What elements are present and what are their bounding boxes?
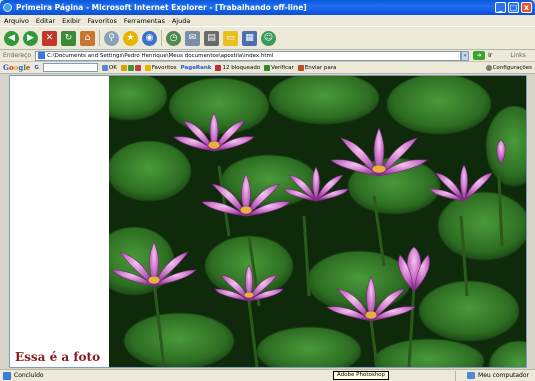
menu-editar[interactable]: Editar (36, 17, 55, 25)
menu-favoritos[interactable]: Favoritos (88, 17, 117, 25)
go-label[interactable]: Ir (488, 52, 492, 59)
page-viewport[interactable]: Essa é a foto (9, 75, 527, 368)
search-icon (101, 64, 108, 71)
photo-caption: Essa é a foto (15, 350, 101, 364)
security-zone: Meu computador (467, 372, 529, 379)
google-settings-button[interactable]: Configurações (485, 64, 532, 71)
check-icon (264, 64, 271, 71)
google-tools-button[interactable] (120, 64, 141, 71)
address-bar: Endereço C:\Documents and Settings\Pedro… (0, 50, 535, 62)
back-icon[interactable]: ◀ (4, 30, 19, 46)
google-logo[interactable]: Google (3, 63, 30, 72)
search-icon[interactable]: ⚲ (104, 30, 119, 46)
window-controls: _ □ x (495, 2, 532, 13)
close-button[interactable]: x (521, 2, 532, 13)
title-bar[interactable]: Primeira Página - Microsoft Internet Exp… (0, 0, 535, 15)
star-icon (144, 64, 151, 71)
address-dropdown-icon[interactable]: ▾ (461, 50, 470, 61)
zone-text: Meu computador (478, 372, 529, 379)
menu-bar: Arquivo Editar Exibir Favoritos Ferramen… (0, 15, 535, 26)
address-label: Endereço (3, 52, 32, 59)
mail-icon[interactable]: ✉ (185, 30, 200, 46)
links-label[interactable]: Links (510, 52, 525, 59)
stop-icon[interactable]: ✕ (42, 30, 57, 46)
google-pagerank[interactable]: PageRank (181, 65, 212, 71)
site-search-icon (127, 64, 134, 71)
send-icon (297, 64, 304, 71)
toolbar-separator (161, 30, 162, 46)
google-send-to-button[interactable]: Enviar para (297, 64, 336, 71)
menu-ferramentas[interactable]: Ferramentas (124, 17, 165, 25)
print-icon[interactable]: ▤ (204, 30, 219, 46)
refresh-icon[interactable]: ↻ (61, 30, 76, 46)
google-search-dropdown[interactable]: G (34, 65, 39, 71)
status-text: Concluído (14, 372, 44, 379)
favorites-icon[interactable]: ★ (123, 30, 138, 46)
page-icon (38, 52, 46, 59)
folder-icon[interactable]: ▭ (223, 30, 238, 46)
google-spellcheck-button[interactable]: Verificar (264, 64, 294, 71)
address-input[interactable]: C:\Documents and Settings\Pedro Henrique… (35, 50, 462, 61)
messenger-icon[interactable]: ☺ (261, 30, 276, 46)
status-separator (455, 371, 456, 381)
forward-icon[interactable]: ▶ (23, 30, 38, 46)
news-icon (120, 64, 127, 71)
computer-icon (467, 372, 476, 379)
home-icon[interactable]: ⌂ (80, 30, 95, 46)
window-title: Primeira Página - Microsoft Internet Exp… (16, 3, 307, 12)
gear-icon (485, 64, 492, 71)
toolbar-separator (99, 30, 100, 46)
media-icon[interactable]: ◉ (142, 30, 157, 46)
google-ok-button[interactable]: OK (101, 64, 117, 71)
minimize-button[interactable]: _ (495, 2, 506, 13)
maximize-button[interactable]: □ (508, 2, 519, 13)
google-toolbar: Google G OK Favoritos PageRank 12 bloque… (0, 62, 535, 74)
google-popup-blocked[interactable]: 12 bloqueado (215, 64, 260, 71)
ie-icon (3, 3, 12, 12)
standard-toolbar: ◀ ▶ ✕ ↻ ⌂ ⚲ ★ ◉ ◷ ✉ ▤ ▭ ▦ ☺ (0, 26, 535, 50)
google-favoritos-button[interactable]: Favoritos (144, 64, 177, 71)
go-button[interactable]: ➜ (473, 51, 486, 60)
history-icon[interactable]: ◷ (166, 30, 181, 46)
options-icon (134, 64, 141, 71)
popup-blocker-icon (215, 64, 222, 71)
page-done-icon (3, 371, 11, 380)
menu-ajuda[interactable]: Ajuda (172, 17, 190, 25)
menu-arquivo[interactable]: Arquivo (4, 17, 29, 25)
discuss-icon[interactable]: ▦ (242, 30, 257, 46)
lotus-photo (109, 76, 526, 367)
taskbar-tooltip: Adobe Photoshop (333, 371, 390, 380)
google-search-input[interactable] (42, 63, 98, 72)
address-value: C:\Documents and Settings\Pedro Henrique… (47, 52, 274, 59)
menu-exibir[interactable]: Exibir (62, 17, 80, 25)
status-bar: Concluído Adobe Photoshop Meu computador (0, 369, 535, 381)
